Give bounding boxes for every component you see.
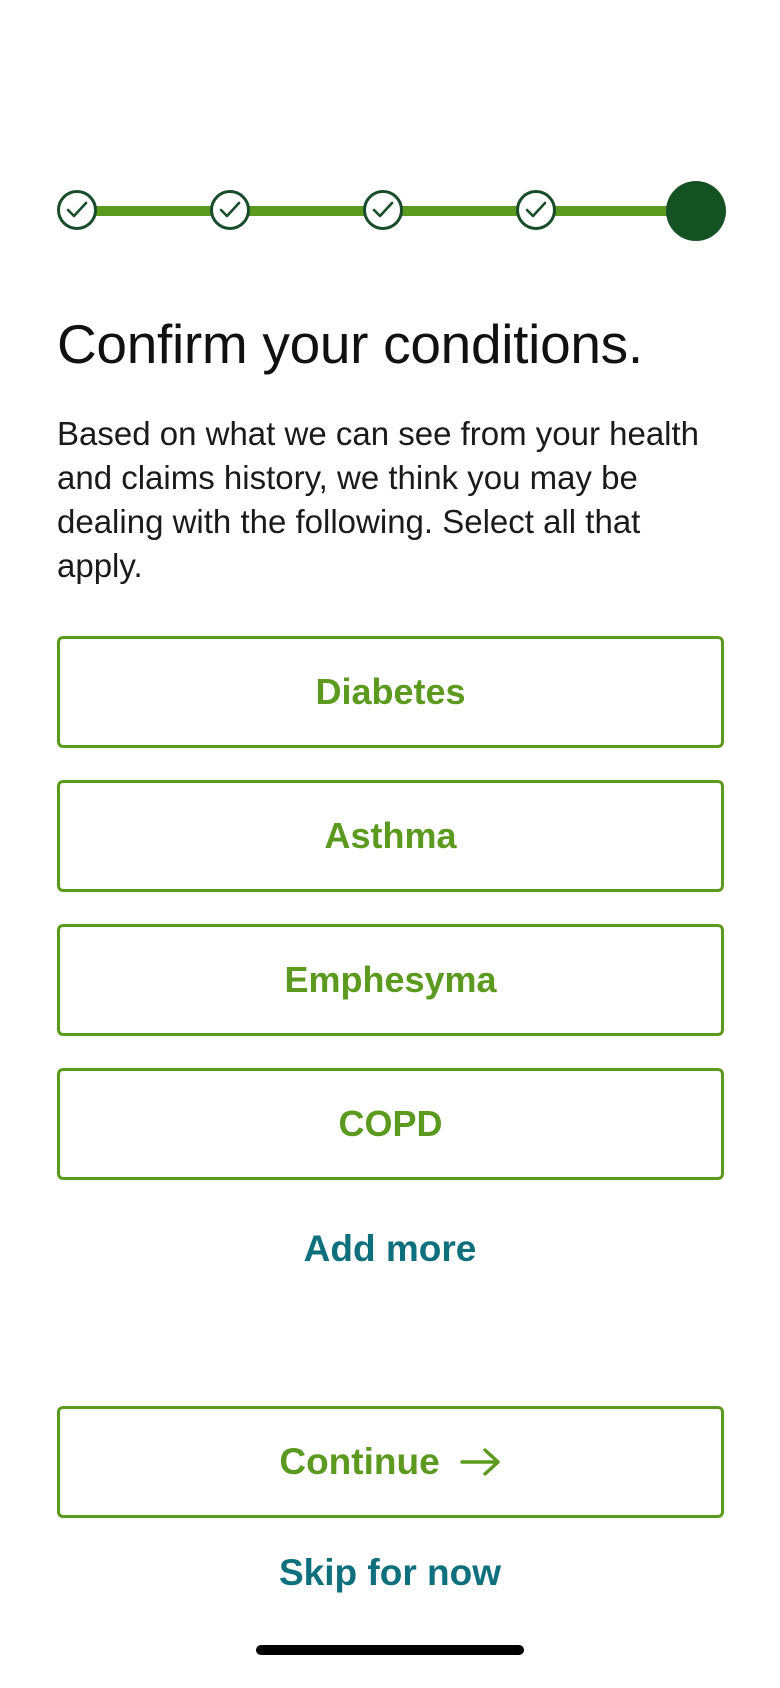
check-icon (66, 201, 88, 218)
page-title: Confirm your conditions. (57, 313, 643, 375)
step-4-complete (516, 190, 556, 230)
arrow-right-icon (459, 1447, 502, 1477)
continue-button[interactable]: Continue (57, 1406, 724, 1518)
step-1-complete (57, 190, 97, 230)
progress-stepper (57, 181, 726, 241)
step-3-complete (363, 190, 403, 230)
check-icon (525, 201, 547, 218)
continue-label: Continue (279, 1441, 440, 1482)
condition-option-diabetes[interactable]: Diabetes (57, 636, 724, 748)
condition-option-asthma[interactable]: Asthma (57, 780, 724, 892)
step-5-current (666, 181, 726, 241)
home-indicator[interactable] (256, 1645, 524, 1655)
step-2-complete (210, 190, 250, 230)
check-icon (219, 201, 241, 218)
check-icon (372, 201, 394, 218)
skip-for-now-link[interactable]: Skip for now (0, 1552, 780, 1594)
add-more-link[interactable]: Add more (0, 1228, 780, 1270)
condition-option-emphesyma[interactable]: Emphesyma (57, 924, 724, 1036)
condition-options: Diabetes Asthma Emphesyma COPD (57, 636, 724, 1212)
intro-text: Based on what we can see from your healt… (57, 415, 700, 584)
condition-option-copd[interactable]: COPD (57, 1068, 724, 1180)
